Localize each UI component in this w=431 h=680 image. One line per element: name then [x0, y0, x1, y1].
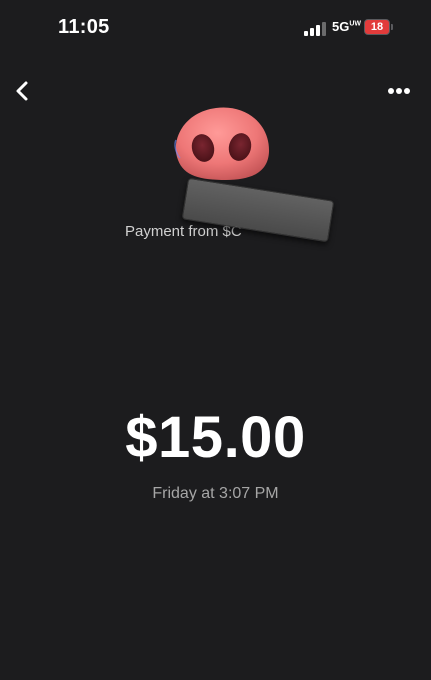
battery-level: 18	[370, 21, 384, 33]
pig-nose-avatar	[174, 107, 270, 180]
back-button[interactable]	[10, 78, 36, 104]
network-type: 5GUW	[332, 19, 362, 34]
cellular-signal-icon	[304, 22, 326, 36]
payment-date: Friday at 3:07 PM	[152, 485, 279, 502]
payment-amount: $15.00	[125, 405, 306, 470]
status-time: 11:05	[58, 16, 110, 38]
battery-tip	[391, 24, 393, 30]
more-horizontal-icon	[388, 88, 410, 94]
battery-icon: 18	[364, 19, 390, 35]
more-options-button[interactable]	[384, 80, 414, 102]
status-bar: 11:05 5GUW 18	[0, 0, 431, 60]
chevron-left-icon	[16, 81, 28, 101]
